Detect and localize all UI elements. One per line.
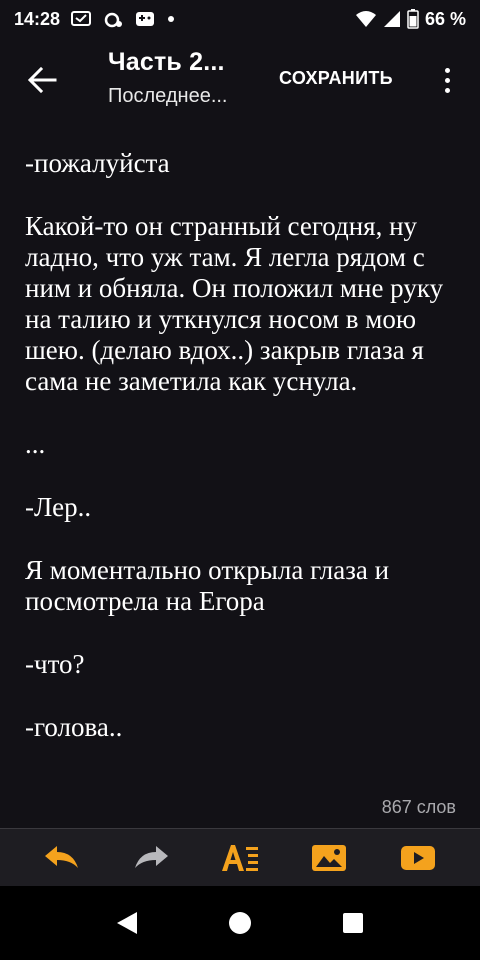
battery-icon xyxy=(407,9,419,29)
save-button[interactable]: СОХРАНИТЬ xyxy=(279,68,393,89)
paragraph: -голова.. xyxy=(25,712,123,742)
page-title: Часть 2... xyxy=(108,48,225,76)
insert-video-icon xyxy=(400,845,435,870)
battery-percent: 66 % xyxy=(424,8,466,29)
word-count: 867 слов xyxy=(381,797,456,817)
formatting-toolbar xyxy=(0,828,480,886)
status-right: 66 % xyxy=(355,9,466,30)
cell-signal-icon xyxy=(383,10,401,28)
nav-recents-button[interactable] xyxy=(329,899,377,947)
gamepad-icon xyxy=(134,10,156,28)
page-subtitle: Последнее... xyxy=(108,85,228,107)
status-bar: 14:28 66 % xyxy=(0,0,480,38)
wifi-icon xyxy=(355,10,377,28)
system-navigation-bar xyxy=(0,886,480,960)
title-block: Часть 2... Последнее... xyxy=(108,48,227,108)
nav-back-button[interactable] xyxy=(103,899,151,947)
status-time: 14:28 xyxy=(14,8,61,29)
alarm-icon xyxy=(102,10,124,28)
nav-home-button[interactable] xyxy=(216,899,264,947)
arrow-left-icon xyxy=(27,67,57,93)
more-options-icon[interactable] xyxy=(436,62,458,98)
redo-button[interactable] xyxy=(121,838,181,878)
story-text-editor[interactable]: -пожалуйста Какой-то он странный сегодня… xyxy=(25,148,465,798)
dot-icon xyxy=(166,14,176,24)
text-format-button[interactable] xyxy=(210,838,270,878)
message-icon xyxy=(70,10,92,28)
paragraph: -Лер.. xyxy=(25,492,92,522)
insert-image-icon xyxy=(311,844,346,871)
paragraph: Я моментально открыла глаза и посмотрела… xyxy=(25,555,390,616)
back-triangle-icon xyxy=(116,912,137,934)
paragraph: ... xyxy=(25,429,46,459)
insert-image-button[interactable] xyxy=(299,838,359,878)
app-bar: Часть 2... Последнее... СОХРАНИТЬ xyxy=(0,38,480,120)
undo-icon xyxy=(45,845,79,868)
paragraph: Какой-то он странный сегодня, ну ладно, … xyxy=(25,211,444,396)
status-left: 14:28 xyxy=(14,9,176,30)
text-format-icon xyxy=(221,844,258,871)
paragraph: -пожалуйста xyxy=(25,148,170,178)
paragraph: -что? xyxy=(25,649,85,679)
recents-square-icon xyxy=(343,913,364,933)
home-circle-icon xyxy=(228,912,251,934)
insert-video-button[interactable] xyxy=(388,838,448,878)
back-button[interactable] xyxy=(22,62,62,98)
redo-icon xyxy=(135,845,169,868)
undo-button[interactable] xyxy=(32,838,92,878)
